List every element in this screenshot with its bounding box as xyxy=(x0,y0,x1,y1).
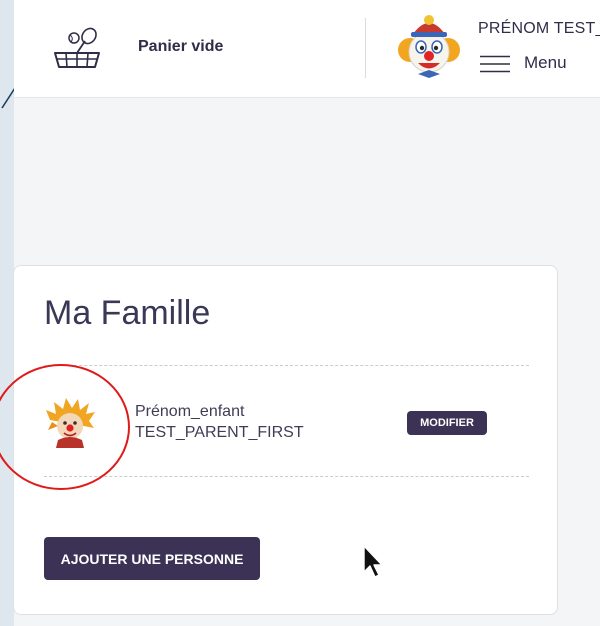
menu-label[interactable]: Menu xyxy=(524,53,567,73)
cart-status-label[interactable]: Panier vide xyxy=(138,38,223,56)
add-person-button[interactable]: AJOUTER UNE PERSONNE xyxy=(44,537,260,580)
modify-member-button[interactable]: MODIFIER xyxy=(407,411,487,435)
family-card: Ma Famille Prénom_enfant TEST_PARENT_FIR… xyxy=(13,265,558,615)
frame-border xyxy=(0,0,14,626)
hamburger-menu-icon[interactable] xyxy=(480,55,510,73)
user-name[interactable]: PRÉNOM TEST_ xyxy=(478,20,600,38)
clown-avatar-icon[interactable] xyxy=(396,14,462,80)
header-divider xyxy=(365,18,366,78)
child-clown-avatar-icon xyxy=(44,396,96,448)
top-header: Panier vide PRÉNOM TEST_ Menu xyxy=(14,0,600,98)
member-last-name: TEST_PARENT_FIRST xyxy=(135,424,304,441)
basket-icon[interactable] xyxy=(52,26,102,72)
divider-top xyxy=(44,365,529,366)
page-title: Ma Famille xyxy=(44,294,211,332)
member-first-name: Prénom_enfant xyxy=(135,403,245,420)
divider-bottom xyxy=(44,476,529,477)
